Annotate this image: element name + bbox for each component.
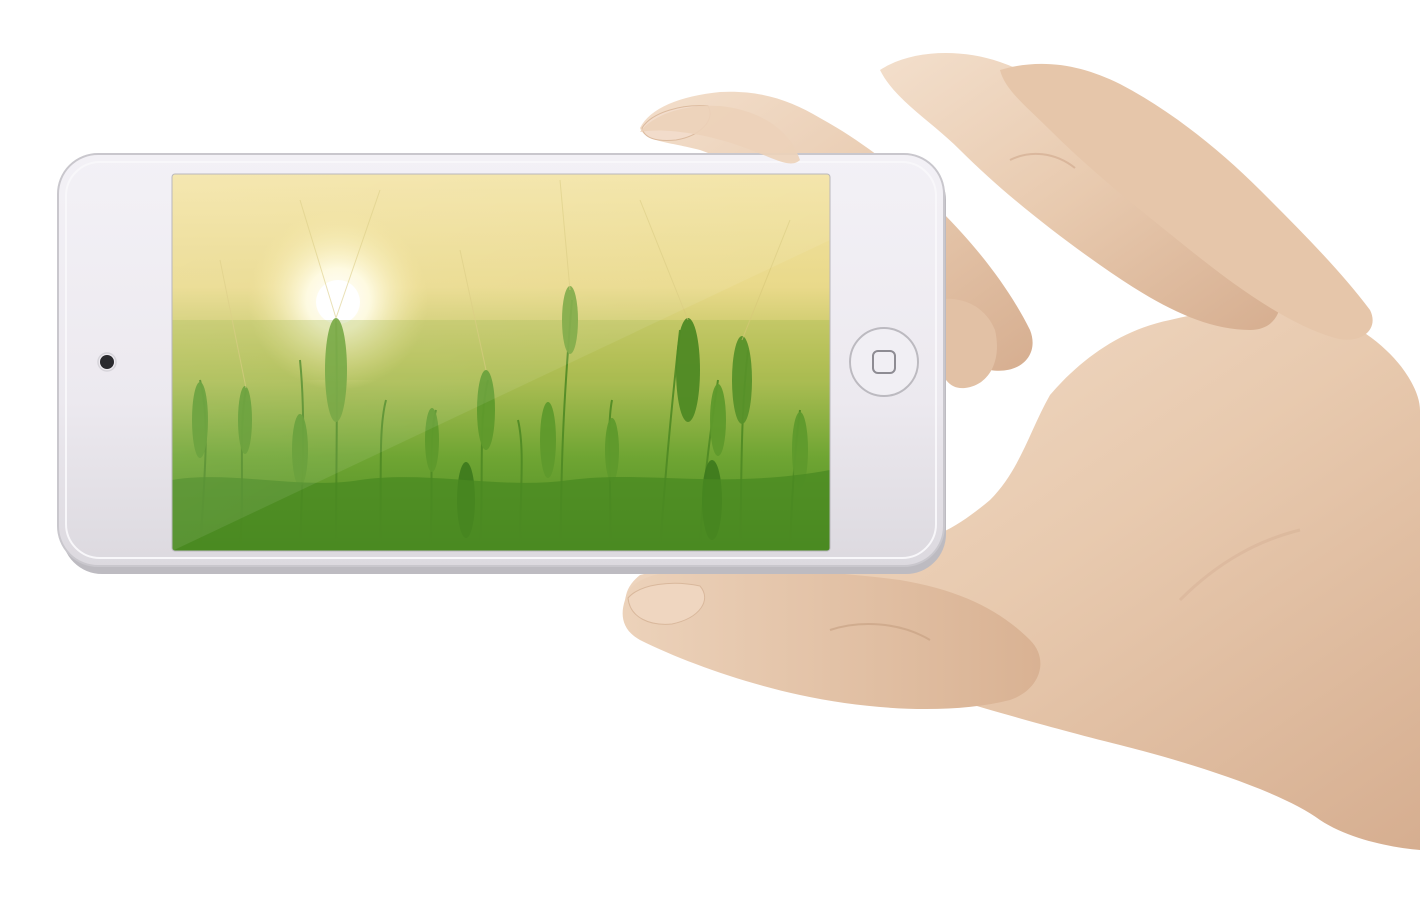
phone [57, 153, 946, 574]
photo-illustration [57, 52, 1420, 850]
phone-screen [172, 174, 830, 551]
home-button[interactable] [849, 327, 919, 397]
scene [0, 0, 1420, 905]
front-camera-icon [100, 355, 114, 369]
